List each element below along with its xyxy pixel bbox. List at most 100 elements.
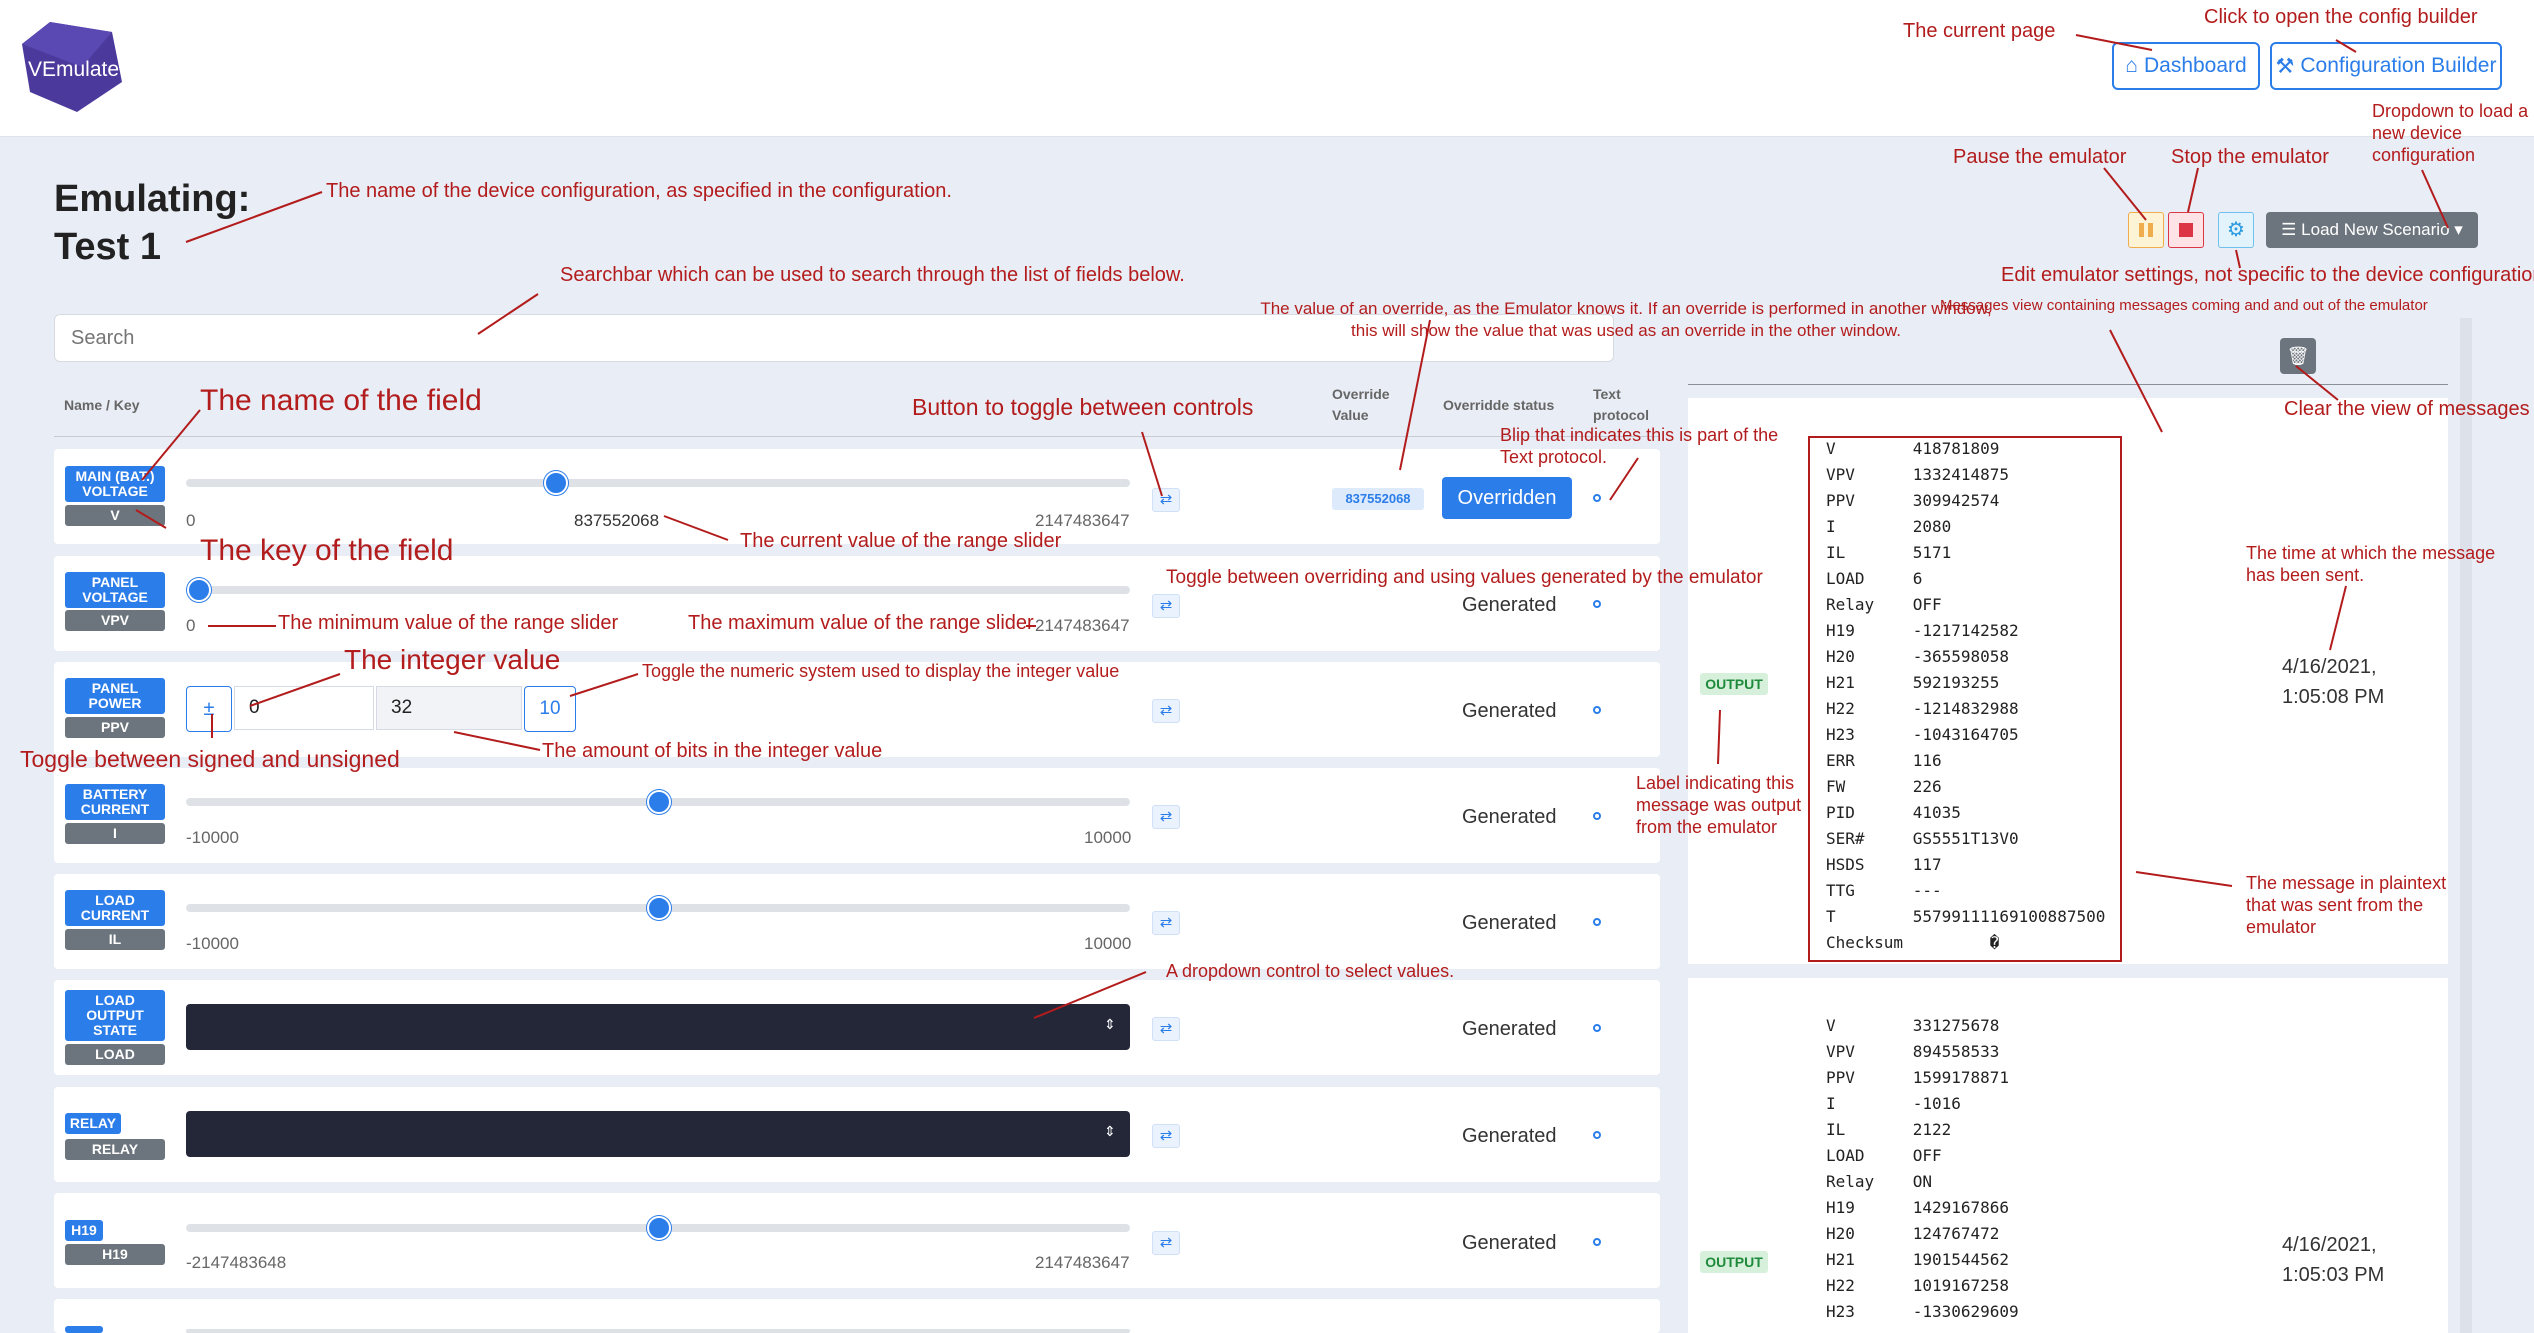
message-timestamp: 4/16/2021, 1:05:08 PM [2282,652,2384,712]
override-toggle-button[interactable]: Generated [1462,1125,1557,1148]
config-builder-button[interactable]: ⚒ Configuration Builder [2270,42,2502,90]
override-toggle-button[interactable]: Generated [1462,1232,1557,1255]
annotation-messages-view: Messages view containing messages coming… [1940,297,2428,314]
range-slider-track[interactable] [186,479,1130,487]
message-line: H22 1019167258 [1826,1276,2010,1295]
settings-button[interactable]: ⚙ [2218,212,2254,248]
timestamp-date: 4/16/2021, [2282,1234,2377,1256]
numeric-base-toggle-button[interactable]: 10 [524,686,576,732]
message-line: H20 124767472 [1826,1224,2000,1243]
annotation-pause: Pause the emulator [1953,146,2127,168]
caret-down-icon: ▾ [2454,220,2463,239]
message-line: Relay ON [1826,1172,1932,1191]
message-line: V 418781809 [1826,439,2000,458]
text-protocol-blip [1593,706,1601,714]
message-line: TTG --- [1826,881,1942,900]
field-name-badge [65,1326,103,1333]
repeat-icon: ⇄ [1159,491,1173,508]
annotation-signed-toggle: Toggle between signed and unsigned [20,746,400,772]
message-line: I -1016 [1826,1094,1961,1113]
toggle-control-button[interactable]: ⇄ [1152,594,1180,618]
override-toggle-button[interactable]: Generated [1462,700,1557,723]
logo-text: VEmulate [28,58,120,81]
slider-max: 10000 [1084,934,1132,953]
annotation-config-builder: Click to open the config builder [2204,6,2478,28]
toggle-control-button[interactable]: ⇄ [1152,699,1180,723]
toggle-control-button[interactable]: ⇄ [1152,1231,1180,1255]
messages-scrollbar[interactable] [2460,318,2472,1333]
slider-max: 2147483647 [1035,511,1130,530]
slider-min: -10000 [186,934,239,953]
repeat-icon: ⇄ [1159,1127,1173,1144]
toggle-control-button[interactable]: ⇄ [1152,911,1180,935]
range-slider-track[interactable] [186,586,1130,594]
range-slider-thumb[interactable] [647,790,671,814]
home-icon: ⌂ [2125,54,2138,77]
field-key-badge: PPV [65,717,165,738]
integer-value-input[interactable]: 0 [234,686,374,730]
output-label: OUTPUT [1700,1251,1768,1273]
dashboard-button[interactable]: ⌂ Dashboard [2112,42,2260,90]
annotation-clear-messages: Clear the view of messages [2284,398,2530,420]
output-label: OUTPUT [1700,673,1768,695]
override-toggle-button[interactable]: Generated [1462,912,1557,935]
toggle-control-button[interactable]: ⇄ [1152,488,1180,512]
toggle-control-button[interactable]: ⇄ [1152,805,1180,829]
toggle-control-button[interactable]: ⇄ [1152,1017,1180,1041]
message-line: LOAD OFF [1826,1146,1942,1165]
override-toggle-button[interactable]: Generated [1462,806,1557,829]
message-plaintext: V 331275678 VPV 894558533 PPV 1599178871… [1826,1013,2019,1325]
pause-button[interactable] [2128,212,2164,248]
clear-messages-button[interactable]: 🗑 [2280,338,2316,374]
text-protocol-blip [1593,1024,1601,1032]
range-slider-thumb[interactable] [544,471,568,495]
message-line: VPV 1332414875 [1826,465,2010,484]
override-toggle-button[interactable]: Generated [1462,1018,1557,1041]
message-line: H19 -1217142582 [1826,621,2019,640]
message-line: HSDS 117 [1826,855,1942,874]
timestamp-time: 1:05:03 PM [2282,1264,2385,1286]
message-line: IL 2122 [1826,1120,1952,1139]
toggle-control-button[interactable]: ⇄ [1152,1124,1180,1148]
gear-icon: ⚙ [2227,219,2245,241]
message-line: H22 -1214832988 [1826,699,2019,718]
stop-button[interactable] [2168,212,2204,248]
range-slider-thumb[interactable] [187,578,211,602]
annotation-override-value: The value of an override, as the Emulato… [1260,299,1992,340]
message-line: PPV 309942574 [1826,491,2000,510]
col-header-override-value: Override Value [1332,386,1390,423]
message-line: H21 592193255 [1826,673,2000,692]
value-select-dropdown[interactable]: ⇕ [186,1111,1130,1157]
select-arrows-icon: ⇕ [1104,1016,1116,1032]
annotation-settings: Edit emulator settings, not specific to … [2001,264,2534,286]
message-line: Relay OFF [1826,595,1942,614]
bits-field: 32 [376,686,522,730]
field-name-badge: BATTERY CURRENT [65,784,165,820]
message-line: H20 -365598058 [1826,647,2010,666]
page-title-label: Emulating: [54,178,251,220]
message-line: ERR 116 [1826,751,1942,770]
field-name-badge: H19 [65,1220,103,1241]
slider-max: 2147483647 [1035,1253,1130,1272]
range-slider-track[interactable] [186,1329,1130,1333]
annotation-dropdown: A dropdown control to select values. [1166,961,1455,981]
range-slider-thumb[interactable] [647,1216,671,1240]
range-slider-thumb[interactable] [647,896,671,920]
message-line: H21 1901544562 [1826,1250,2010,1269]
pause-icon-bar [2148,223,2153,237]
message-line: VPV 894558533 [1826,1042,2000,1061]
message-line: PID 41035 [1826,803,1961,822]
annotation-searchbar: Searchbar which can be used to search th… [560,264,1185,286]
annotation-current-page: The current page [1903,20,2056,42]
col-header-text-protocol: Text protocol [1593,386,1649,423]
value-select-dropdown[interactable]: ⇕ [186,1004,1130,1050]
field-key-badge: LOAD [65,1044,165,1065]
override-toggle-button[interactable]: Generated [1462,594,1557,617]
load-scenario-dropdown[interactable]: ☰ Load New Scenario ▾ [2266,212,2478,248]
text-protocol-blip [1593,494,1601,502]
signed-toggle-button[interactable]: ± [186,686,232,732]
annotation-numeric-system: Toggle the numeric system used to displa… [642,661,1120,681]
field-key-badge: I [65,823,165,844]
override-toggle-button[interactable]: Overridden [1442,477,1572,519]
annotation-stop: Stop the emulator [2171,146,2329,168]
